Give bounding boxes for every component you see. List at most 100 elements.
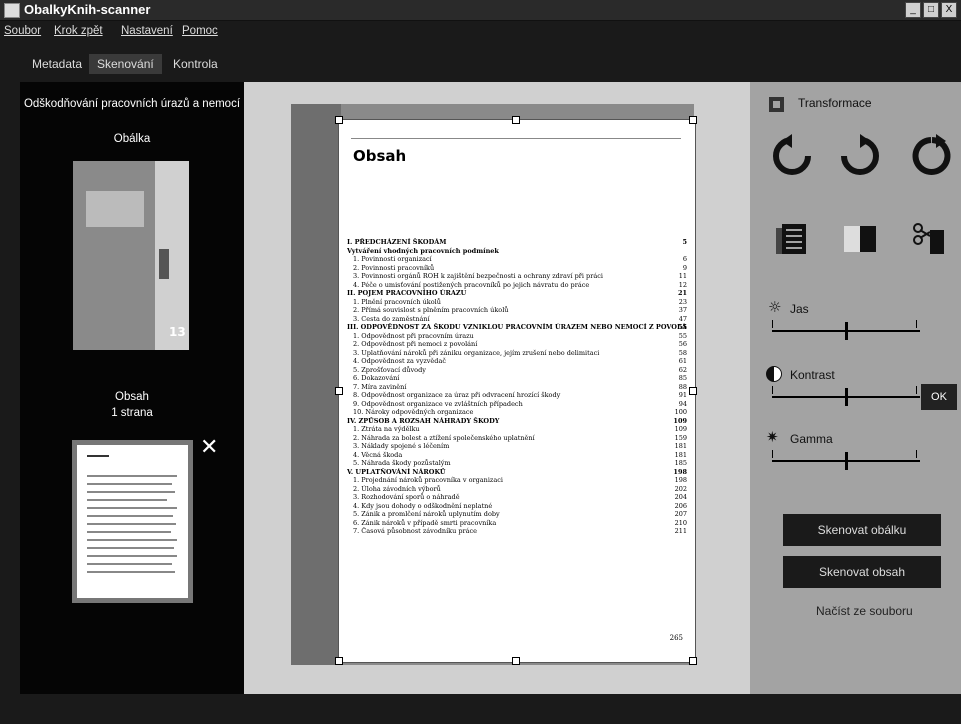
thumb-line	[87, 523, 176, 525]
crop-handle-top-left[interactable]	[335, 116, 343, 124]
toc-entry: 1. Projednání nároků pracovníka v organi…	[347, 476, 687, 485]
toc-entry-page: 21	[677, 289, 687, 297]
toc-entry: 1. Povinnosti organizací 6	[347, 255, 687, 264]
toc-entry-text: 4. Kdy jsou dohody o odškodnění neplatné	[353, 501, 493, 510]
toc-entry: 1. Ztráta na výdělku 109	[347, 425, 687, 434]
toc-entry: 3. Cesta do zaměstnání 47	[347, 315, 687, 324]
toc-entry: III. ODPOVĚDNOST ZA ŠKODU VZNIKLOU PRACO…	[347, 323, 687, 332]
maximize-button[interactable]: □	[923, 2, 939, 18]
toc-entry-text: 2. Povinnosti pracovníků	[353, 263, 435, 272]
toc-list: I. PŘEDCHÁZENÍ ŠKODÁM 5 Vytváření vhodných…	[347, 238, 687, 536]
thumb-line	[87, 515, 173, 517]
toc-entry: I. PŘEDCHÁZENÍ ŠKODÁM 5	[347, 238, 687, 247]
crop-handle-bottom-right[interactable]	[689, 657, 697, 665]
menu-soubor[interactable]: Soubor	[4, 25, 41, 37]
crop-handle-left[interactable]	[335, 387, 343, 395]
toc-thumbnail[interactable]	[72, 440, 193, 603]
toc-entry-page: 5	[682, 238, 687, 246]
gamma-slider-knob[interactable]	[844, 452, 848, 470]
toc-entry-page: 55	[678, 331, 687, 340]
toc-entry-page: 62	[678, 365, 687, 374]
crop-handle-top[interactable]	[512, 116, 520, 124]
toc-entry-page: 12	[678, 280, 687, 289]
toc-entry-text: 9. Odpovědnost organizace ve zvláštních …	[353, 399, 523, 408]
toc-entry-text: 2. Přímá souvislost s plněním pracovních…	[353, 306, 509, 314]
toc-entry: 4. Péče o umisťování postižených pracovn…	[347, 281, 687, 290]
thumb-line	[87, 571, 175, 573]
window-controls: _ □ X	[905, 2, 957, 18]
crop-handle-top-right[interactable]	[689, 116, 697, 124]
toc-entry-page: 94	[678, 399, 687, 408]
brightness-slider-knob[interactable]	[844, 322, 848, 340]
toc-entry-text: 1. Projednání nároků pracovníka v organi…	[353, 476, 503, 484]
rotate-180-icon[interactable]	[910, 134, 954, 178]
thumb-line	[87, 507, 177, 509]
toc-entry-text: 2. Úloha závodních výborů	[353, 484, 441, 493]
deskew-page-icon[interactable]	[774, 220, 812, 258]
toc-entry-text: 3. Cesta do zaměstnání	[353, 314, 430, 323]
toc-entry-page: 198	[673, 467, 687, 476]
close-button[interactable]: X	[941, 2, 957, 18]
toc-entry: 2. Úloha závodních výborů 202	[347, 485, 687, 494]
toc-entry: 6. Dokazování 85	[347, 374, 687, 383]
brightness-label: Jas	[790, 302, 809, 316]
cover-front	[73, 161, 155, 350]
thumb-line	[87, 491, 175, 493]
remove-page-icon[interactable]: ✕	[200, 435, 218, 460]
rotate-left-icon[interactable]	[770, 134, 814, 178]
crop-handle-right[interactable]	[689, 387, 697, 395]
toc-entry-text: 1. Plnění pracovních úkolů	[353, 297, 441, 306]
book-title: Odškodňování pracovních úrazů a nemocí	[23, 98, 241, 110]
toc-entry-page: 198	[674, 476, 687, 484]
thumb-line	[87, 475, 177, 477]
menu-pomoc[interactable]: Pomoc	[182, 25, 218, 37]
toc-entry: 5. Zprošťovací důvody 62	[347, 366, 687, 375]
load-from-file-button[interactable]: Načíst ze souboru	[816, 604, 913, 618]
toc-entry-page: 85	[678, 374, 687, 382]
toc-entry-page: 204	[674, 493, 687, 501]
cover-thumbnail[interactable]: 13	[73, 161, 189, 350]
scan-shadow	[291, 104, 341, 665]
thumb-line	[87, 539, 177, 541]
toc-entry-text: 4. Odpovědnost za vyzvědač	[353, 357, 446, 365]
contrast-label: Kontrast	[790, 368, 835, 382]
toc-entry-page: 185	[674, 459, 687, 467]
scan-toc-button[interactable]: Skenovat obsah	[783, 556, 941, 588]
crop-cut-icon[interactable]	[910, 220, 950, 258]
crop-handle-bottom-left[interactable]	[335, 657, 343, 665]
scan-cover-button[interactable]: Skenovat obálku	[783, 514, 941, 546]
toc-entry-text: 4. Péče o umisťování postižených pracovn…	[353, 280, 590, 289]
toc-entry-page: 58	[678, 348, 687, 357]
slider-tick	[772, 386, 773, 394]
scanned-page: Obsah I. PŘEDCHÁZENÍ ŠKODÁM 5 Vytváření vh…	[338, 119, 696, 663]
menu-nastaveni[interactable]: Nastavení	[121, 25, 173, 37]
toc-entry-page: 181	[674, 442, 687, 450]
toc-entry: 1. Odpovědnost při pracovním úrazu 55	[347, 332, 687, 341]
menu-krok-zpet[interactable]: Krok zpět	[54, 25, 103, 37]
contrast-slider-knob[interactable]	[844, 388, 848, 406]
page-heading: Obsah	[353, 147, 407, 165]
toc-entry: IV. ZPŮSOB A ROZSAH NÁHRADY ŠKODY 109	[347, 417, 687, 426]
crop-handle-bottom[interactable]	[512, 657, 520, 665]
menu-bar: Soubor Krok zpět Nastavení Pomoc	[0, 21, 961, 43]
toc-entry-text: 1. Povinnosti organizací	[353, 255, 432, 263]
brightness-icon: ☼	[768, 298, 782, 316]
toc-entry: 2. Přímá souvislost s plněním pracovních…	[347, 306, 687, 315]
toc-entry: 1. Plnění pracovních úkolů 23	[347, 298, 687, 307]
tab-kontrola[interactable]: Kontrola	[165, 54, 226, 74]
rotate-right-icon[interactable]	[838, 134, 882, 178]
toc-entry-text: 4. Věcná škoda	[353, 450, 403, 459]
cover-title-label	[86, 191, 144, 227]
thumb-line	[87, 531, 171, 533]
toc-entry-page: 109	[673, 416, 687, 425]
invert-colors-icon[interactable]	[842, 220, 880, 258]
app-icon	[4, 3, 20, 18]
tab-skenovani[interactable]: Skenování	[89, 54, 162, 74]
toc-entry-page: 109	[674, 425, 687, 433]
tab-metadata[interactable]: Metadata	[24, 54, 90, 74]
thumb-line	[87, 547, 174, 549]
minimize-button[interactable]: _	[905, 2, 921, 18]
thumb-line	[87, 455, 109, 457]
slider-tick	[772, 450, 773, 458]
ok-button[interactable]: OK	[921, 384, 957, 410]
